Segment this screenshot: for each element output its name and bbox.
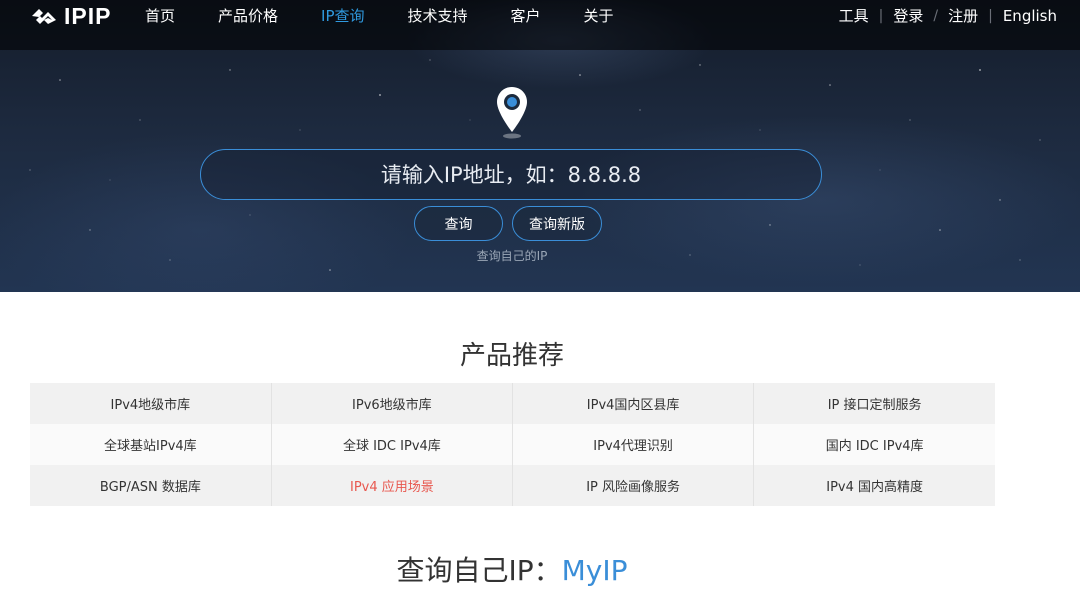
query-my-ip-link[interactable]: 查询自己的IP <box>0 247 1024 264</box>
myip-heading: 查询自己IP：MyIP <box>0 549 1024 589</box>
nav-english[interactable]: English <box>1003 7 1057 25</box>
product-item[interactable]: IP 风险画像服务 <box>512 465 755 506</box>
product-item[interactable]: BGP/ASN 数据库 <box>30 465 272 506</box>
product-grid: IPv4地级市库 IPv6地级市库 IPv4国内区县库 IP 接口定制服务 全球… <box>30 383 995 506</box>
ip-search-box <box>200 149 822 200</box>
nav-slash: / <box>933 7 939 24</box>
myip-link[interactable]: MyIP <box>562 554 628 587</box>
myip-title-prefix: 查询自己IP： <box>396 554 562 587</box>
nav-login[interactable]: 登录 <box>893 5 923 26</box>
product-item[interactable]: IP 接口定制服务 <box>753 383 995 424</box>
product-item[interactable]: IPv6地级市库 <box>271 383 514 424</box>
ipip-logo-icon <box>32 9 56 24</box>
nav-support[interactable]: 技术支持 <box>408 5 468 26</box>
logo[interactable]: IPIP <box>30 2 112 29</box>
product-item[interactable]: 全球基站IPv4库 <box>30 424 272 465</box>
main-nav: 首页 产品价格 IP查询 技术支持 客户 关于 <box>145 5 657 26</box>
ip-search-input[interactable] <box>229 161 793 188</box>
nav-pricing[interactable]: 产品价格 <box>218 5 278 26</box>
nav-tools[interactable]: 工具 <box>839 5 869 26</box>
product-row: 全球基站IPv4库 全球 IDC IPv4库 IPv4代理识别 国内 IDC I… <box>30 424 995 465</box>
product-item[interactable]: IPv4地级市库 <box>30 383 272 424</box>
product-row: IPv4地级市库 IPv6地级市库 IPv4国内区县库 IP 接口定制服务 <box>30 383 995 424</box>
product-item-highlighted[interactable]: IPv4 应用场景 <box>271 465 514 506</box>
nav-right-menu: 工具 | 登录 / 注册 | English <box>839 5 1057 26</box>
products-title: 产品推荐 <box>459 341 564 371</box>
query-new-version-button[interactable]: 查询新版 <box>512 206 602 241</box>
logo-text: IPIP <box>64 2 112 29</box>
nav-register[interactable]: 注册 <box>948 5 978 26</box>
hero-banner: IPIP 首页 产品价格 IP查询 技术支持 客户 关于 工具 | 登录 / 注… <box>0 0 1080 292</box>
product-item[interactable]: 全球 IDC IPv4库 <box>271 424 514 465</box>
product-item[interactable]: 国内 IDC IPv4库 <box>753 424 995 465</box>
nav-divider: | <box>988 7 993 24</box>
top-nav-bar: IPIP 首页 产品价格 IP查询 技术支持 客户 关于 工具 | 登录 / 注… <box>0 0 1080 50</box>
product-item[interactable]: IPv4代理识别 <box>512 424 755 465</box>
nav-customers[interactable]: 客户 <box>511 5 541 26</box>
product-item[interactable]: IPv4国内区县库 <box>512 383 755 424</box>
product-row: BGP/ASN 数据库 IPv4 应用场景 IP 风险画像服务 IPv4 国内高… <box>30 465 995 506</box>
map-pin-icon <box>497 87 527 139</box>
nav-divider: | <box>878 7 884 24</box>
nav-about[interactable]: 关于 <box>584 5 614 26</box>
product-item[interactable]: IPv4 国内高精度 <box>753 465 995 506</box>
query-button[interactable]: 查询 <box>414 206 503 241</box>
nav-ip-query[interactable]: IP查询 <box>321 5 364 26</box>
nav-home[interactable]: 首页 <box>145 5 175 26</box>
